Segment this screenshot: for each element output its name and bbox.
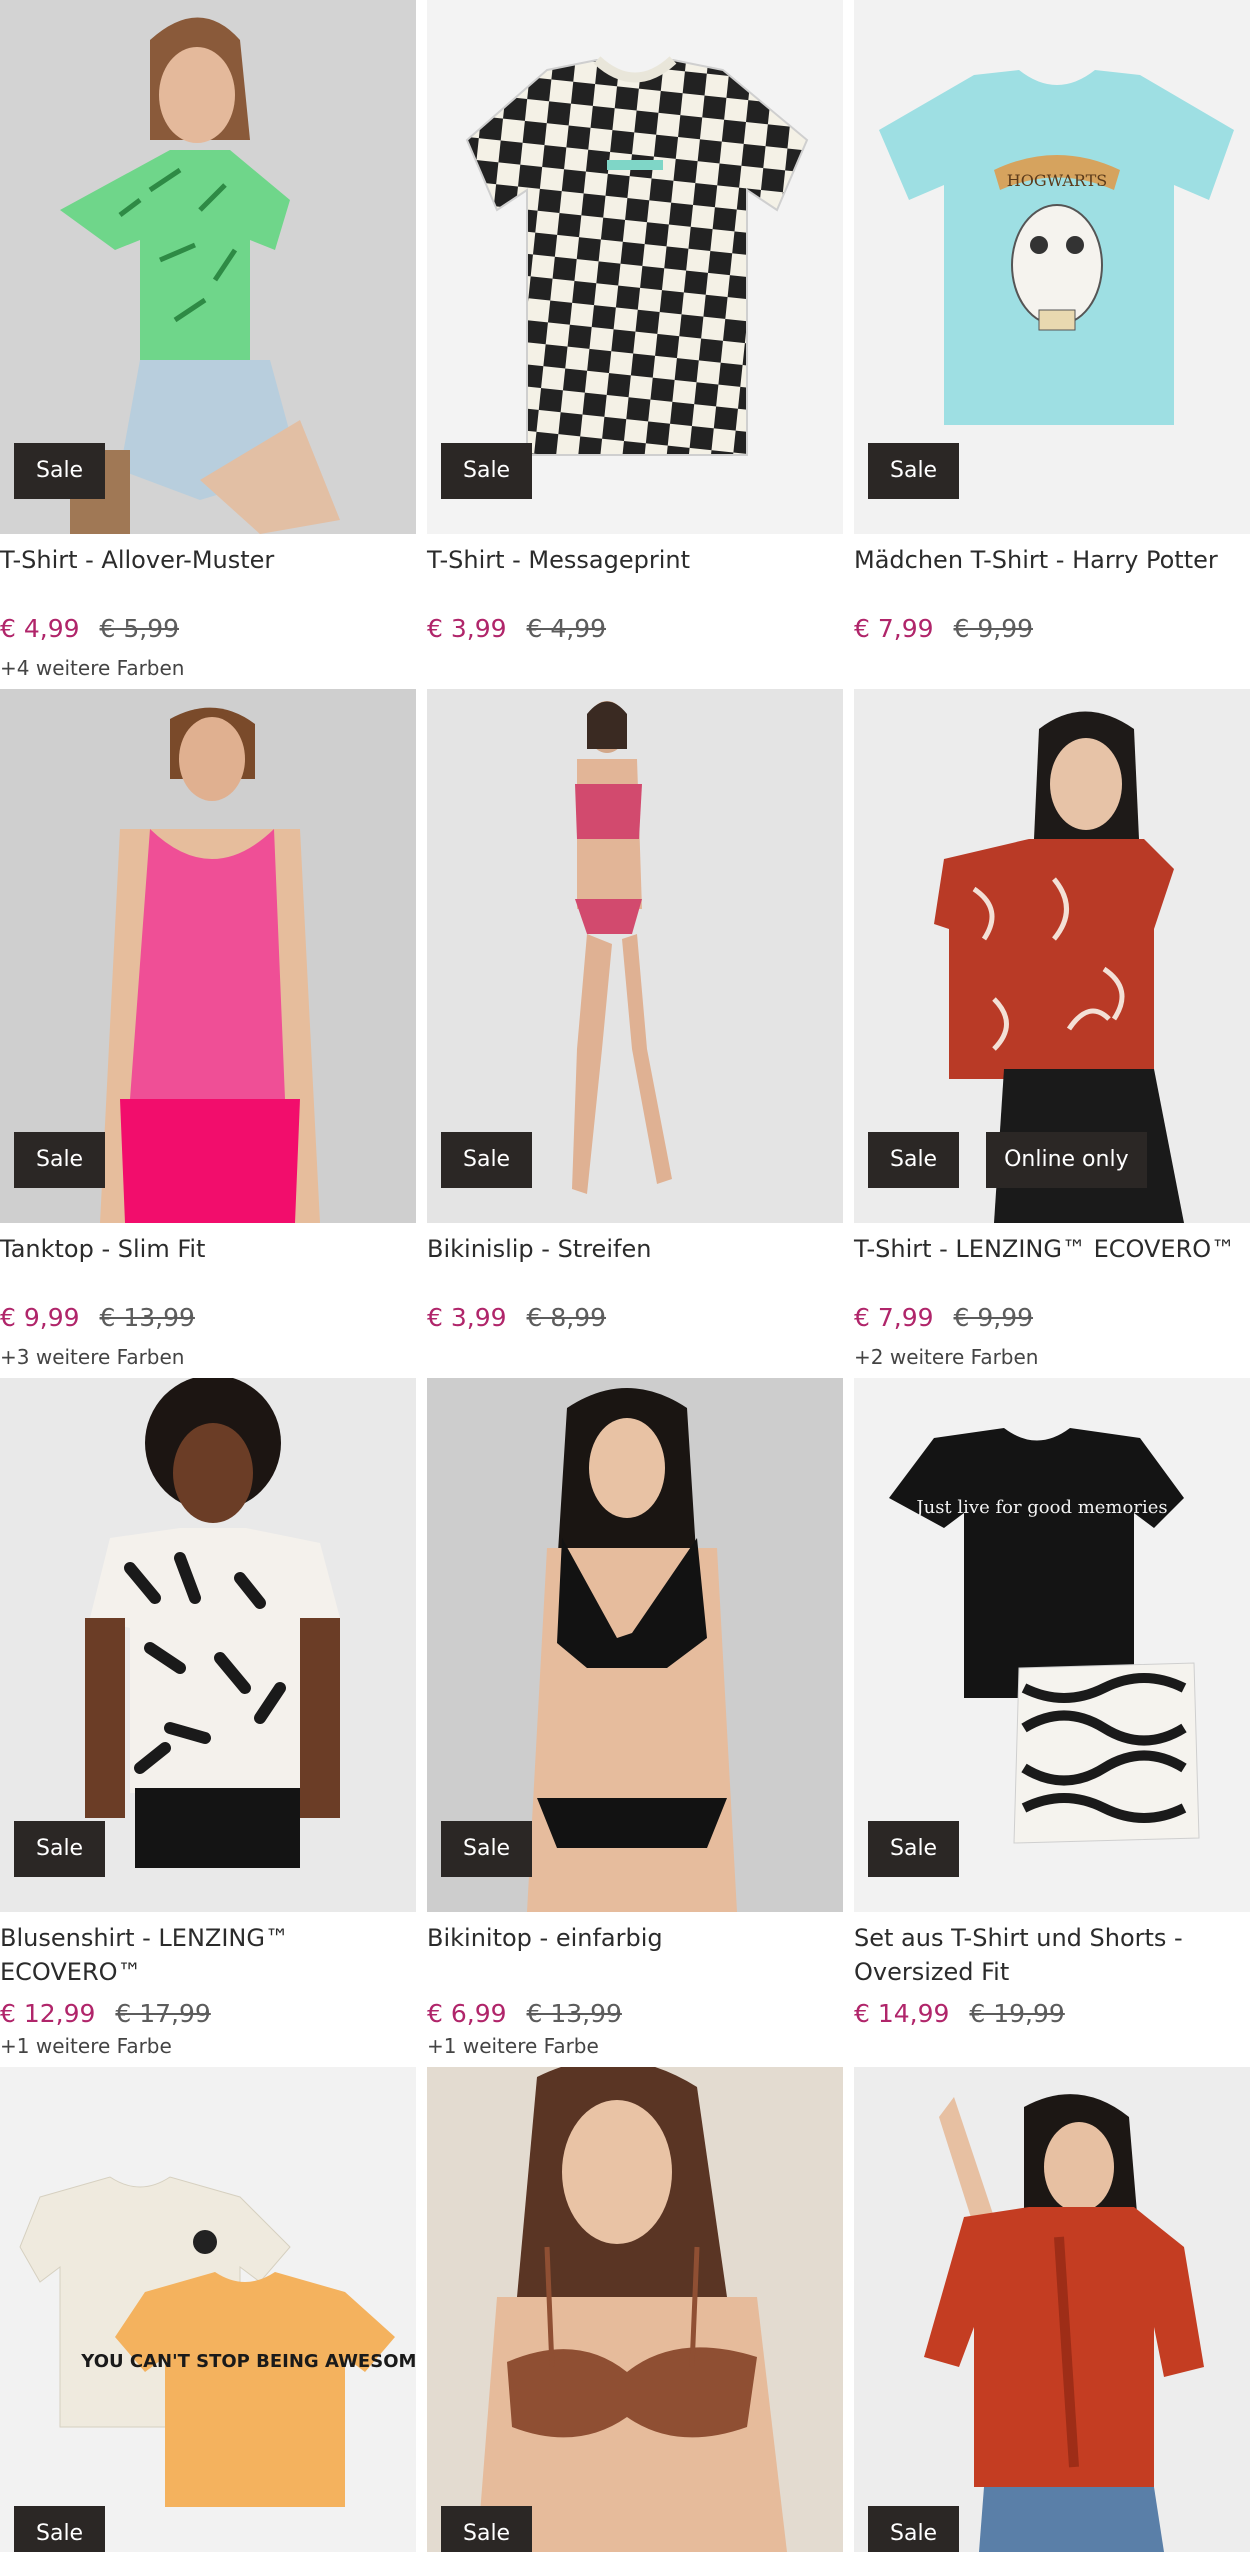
- badge-group: Sale: [868, 443, 960, 499]
- product-card[interactable]: YOU CAN'T STOP BEING AWESOME Sale: [0, 2067, 416, 2552]
- sale-badge: Sale: [441, 1821, 533, 1877]
- original-price: € 19,99: [969, 1999, 1065, 2028]
- badge-group: Sale: [441, 2506, 533, 2552]
- product-image[interactable]: Sale Online only: [854, 689, 1250, 1223]
- product-image[interactable]: Sale: [0, 689, 416, 1223]
- product-title[interactable]: T-Shirt - Allover-Muster: [0, 534, 416, 577]
- sale-price: € 6,99: [427, 1999, 507, 2028]
- product-image[interactable]: Sale: [854, 2067, 1250, 2552]
- product-card[interactable]: Sale Online only T-Shirt - LENZING™ ECOV…: [854, 689, 1250, 1378]
- sale-price: € 3,99: [427, 614, 507, 643]
- product-image[interactable]: Sale: [427, 1378, 843, 1912]
- sale-badge: Sale: [868, 1132, 960, 1188]
- sale-badge: Sale: [14, 1132, 106, 1188]
- badge-group: Sale: [868, 1821, 960, 1877]
- product-image[interactable]: Just live for good memories Sale: [854, 1378, 1250, 1912]
- price-row: € 4,99 € 5,99: [0, 612, 179, 646]
- sale-badge: Sale: [14, 2506, 106, 2552]
- badge-group: Sale: [14, 1132, 106, 1188]
- product-image[interactable]: Sale: [427, 2067, 843, 2552]
- print-text: Just live for good memories: [914, 1497, 1167, 1518]
- sale-price: € 14,99: [854, 1999, 950, 2028]
- product-card[interactable]: Just live for good memories Sale Set aus…: [854, 1378, 1250, 2067]
- product-card[interactable]: Sale T-Shirt - Allover-Muster € 4,99 € 5…: [0, 0, 416, 689]
- badge-group: Sale: [441, 1821, 533, 1877]
- product-card[interactable]: Sale Blusenshirt - LENZING™ ECOVERO™ € 1…: [0, 1378, 416, 2067]
- product-photo: [854, 2067, 1250, 2552]
- more-colors-link[interactable]: +4 weitere Farben: [0, 654, 184, 682]
- badge-group: Sale: [441, 443, 533, 499]
- print-text: YOU CAN'T STOP BEING AWESOME: [80, 2351, 416, 2372]
- product-title[interactable]: Tanktop - Slim Fit: [0, 1223, 416, 1266]
- product-card[interactable]: Sale Tanktop - Slim Fit € 9,99 € 13,99 +…: [0, 689, 416, 1378]
- price-row: € 6,99 € 13,99: [427, 1997, 622, 2031]
- sale-badge: Sale: [868, 1821, 960, 1877]
- product-image[interactable]: YOU CAN'T STOP BEING AWESOME Sale: [0, 2067, 416, 2552]
- sale-price: € 9,99: [0, 1303, 80, 1332]
- sale-badge: Sale: [868, 2506, 960, 2552]
- product-card[interactable]: Sale Bikinislip - Streifen € 3,99 € 8,99: [427, 689, 843, 1378]
- more-colors-link[interactable]: +2 weitere Farben: [854, 1343, 1038, 1371]
- badge-group: Sale: [441, 1132, 533, 1188]
- product-title[interactable]: Set aus T-Shirt und Shorts - Oversized F…: [854, 1912, 1250, 1989]
- product-card[interactable]: Sale T-Shirt - Messageprint € 3,99 € 4,9…: [427, 0, 843, 689]
- product-photo: [427, 2067, 843, 2552]
- price-row: € 3,99 € 4,99: [427, 612, 606, 646]
- product-card[interactable]: Sale: [427, 2067, 843, 2552]
- product-title[interactable]: Bikinislip - Streifen: [427, 1223, 843, 1266]
- badge-group: Sale: [868, 2506, 960, 2552]
- price-row: € 9,99 € 13,99: [0, 1301, 195, 1335]
- product-title[interactable]: T-Shirt - LENZING™ ECOVERO™: [854, 1223, 1250, 1266]
- product-title[interactable]: Bikinitop - einfarbig: [427, 1912, 843, 1955]
- sale-badge: Sale: [441, 443, 533, 499]
- product-image[interactable]: Sale: [427, 0, 843, 534]
- product-card[interactable]: Sale: [854, 2067, 1250, 2552]
- product-card[interactable]: Sale Bikinitop - einfarbig € 6,99 € 13,9…: [427, 1378, 843, 2067]
- product-title[interactable]: Blusenshirt - LENZING™ ECOVERO™: [0, 1912, 416, 1989]
- sale-badge: Sale: [441, 2506, 533, 2552]
- price-row: € 14,99 € 19,99: [854, 1997, 1065, 2031]
- product-photo: YOU CAN'T STOP BEING AWESOME: [0, 2067, 416, 2552]
- original-price: € 4,99: [526, 614, 607, 643]
- original-price: € 9,99: [953, 614, 1034, 643]
- product-title[interactable]: T-Shirt - Messageprint: [427, 534, 843, 577]
- product-image[interactable]: Sale: [0, 1378, 416, 1912]
- badge-group: Sale: [14, 443, 106, 499]
- original-price: € 13,99: [99, 1303, 195, 1332]
- original-price: € 8,99: [526, 1303, 607, 1332]
- print-text: HOGWARTS: [1007, 171, 1107, 190]
- product-grid: Sale T-Shirt - Allover-Muster € 4,99 € 5…: [0, 0, 1250, 2552]
- sale-price: € 12,99: [0, 1999, 96, 2028]
- price-row: € 7,99 € 9,99: [854, 612, 1033, 646]
- product-image[interactable]: Sale: [427, 689, 843, 1223]
- sale-price: € 7,99: [854, 614, 934, 643]
- product-image[interactable]: HOGWARTS Sale: [854, 0, 1250, 534]
- sale-price: € 7,99: [854, 1303, 934, 1332]
- original-price: € 5,99: [99, 614, 180, 643]
- price-row: € 12,99 € 17,99: [0, 1997, 211, 2031]
- sale-badge: Sale: [868, 443, 960, 499]
- sale-badge: Sale: [441, 1132, 533, 1188]
- more-colors-link[interactable]: +1 weitere Farbe: [0, 2032, 172, 2060]
- product-image[interactable]: Sale: [0, 0, 416, 534]
- sale-badge: Sale: [14, 443, 106, 499]
- original-price: € 13,99: [526, 1999, 622, 2028]
- badge-group: Sale: [14, 2506, 106, 2552]
- product-title[interactable]: Mädchen T-Shirt - Harry Potter: [854, 534, 1250, 577]
- more-colors-link[interactable]: +1 weitere Farbe: [427, 2032, 599, 2060]
- price-row: € 7,99 € 9,99: [854, 1301, 1033, 1335]
- product-card[interactable]: HOGWARTS Sale Mädchen T-Shirt - Harry Po…: [854, 0, 1250, 689]
- badge-group: Sale: [14, 1821, 106, 1877]
- badge-group: Sale Online only: [868, 1132, 1147, 1188]
- online-only-badge: Online only: [986, 1132, 1147, 1188]
- sale-price: € 3,99: [427, 1303, 507, 1332]
- more-colors-link[interactable]: +3 weitere Farben: [0, 1343, 184, 1371]
- original-price: € 9,99: [953, 1303, 1034, 1332]
- sale-price: € 4,99: [0, 614, 80, 643]
- price-row: € 3,99 € 8,99: [427, 1301, 606, 1335]
- sale-badge: Sale: [14, 1821, 106, 1877]
- original-price: € 17,99: [115, 1999, 211, 2028]
